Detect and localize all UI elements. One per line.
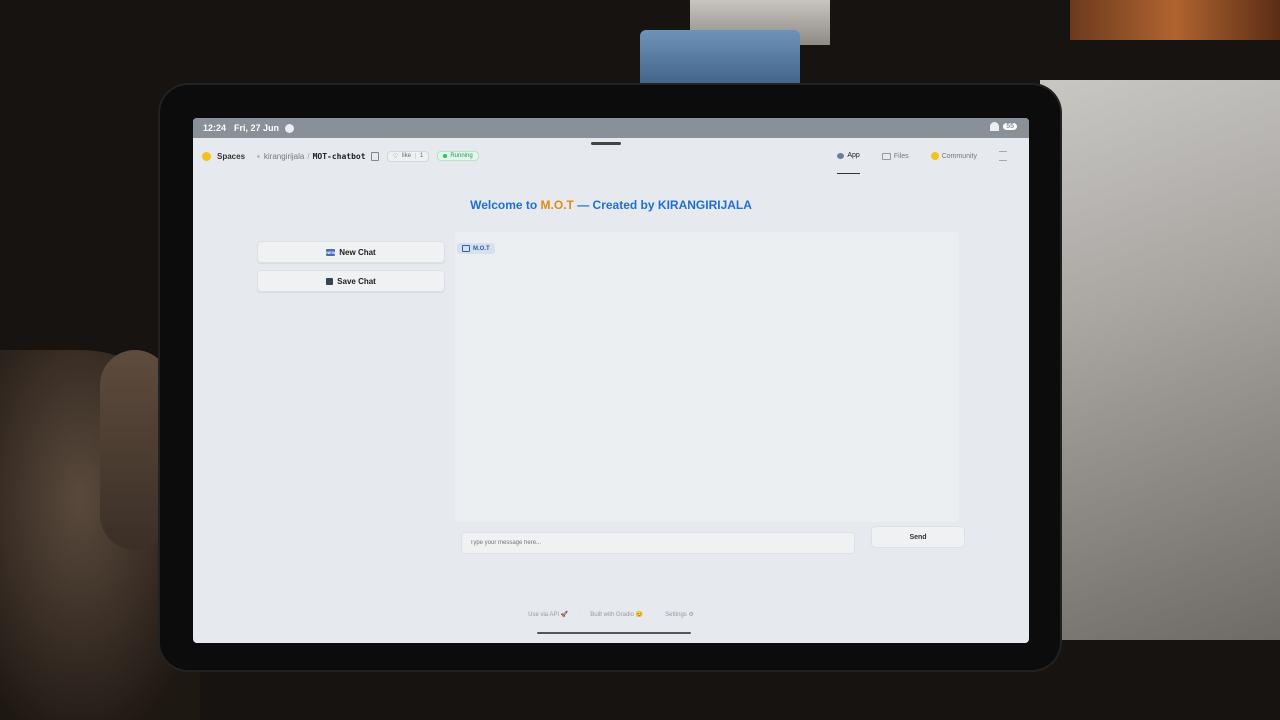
message-input[interactable] (461, 532, 855, 554)
gradio-link-label: Built with Gradio (590, 612, 634, 618)
new-chat-label: New Chat (339, 247, 376, 257)
chatbot-label-text: M.O.T (473, 245, 490, 252)
space-header: Spaces ▪ kirangirijala / MOT-chatbot ♡ l… (193, 138, 1029, 174)
status-icons: 55 (990, 122, 1017, 131)
title-prefix: Welcome to (470, 198, 541, 212)
path-separator: / (307, 151, 310, 161)
menu-button[interactable] (999, 138, 1007, 174)
wifi-icon (990, 122, 1000, 131)
footer-separator: · (653, 611, 656, 617)
footer-separator: · (578, 611, 581, 617)
tab-app[interactable]: App (837, 138, 860, 174)
tablet-screen: 12:24 Fri, 27 Jun 55 Spaces ▪ kirangirij… (193, 118, 1029, 643)
gradio-icon: 😊 (635, 612, 644, 618)
gradio-link[interactable]: Built with Gradio 😊 (590, 611, 643, 618)
status-badge: Running (437, 151, 479, 161)
background-object (640, 30, 800, 90)
new-chat-button[interactable]: NEW New Chat (257, 241, 445, 263)
page-title: Welcome to M.O.T — Created by KIRANGIRIJ… (193, 198, 1029, 212)
settings-link[interactable]: Settings ⚙ (665, 611, 694, 618)
save-chat-button[interactable]: Save Chat (257, 270, 445, 292)
like-button[interactable]: ♡ like 1 (386, 150, 430, 162)
spaces-link[interactable]: Spaces (217, 152, 245, 161)
chatbot-panel[interactable]: M.O.T (455, 232, 959, 522)
tab-files-label: Files (893, 152, 909, 160)
tab-files[interactable]: Files (881, 138, 909, 174)
home-indicator[interactable] (537, 632, 691, 634)
background-shelf (1070, 0, 1280, 40)
community-icon (930, 152, 939, 160)
running-dot-icon (443, 154, 448, 158)
notification-icon (285, 123, 295, 133)
status-date: Fri, 27 Jun (234, 123, 280, 133)
title-accent: M.O.T (540, 198, 574, 212)
status-text: Running (450, 153, 473, 159)
settings-link-label: Settings (665, 612, 687, 618)
api-link[interactable]: Use via API 🚀 (528, 611, 568, 618)
tab-community[interactable]: Community (930, 138, 977, 174)
owner-link[interactable]: kirangirijala (264, 152, 304, 161)
tab-app-label: App (847, 152, 860, 159)
chatbot-label: M.O.T (457, 243, 495, 254)
status-bar: 12:24 Fri, 27 Jun 55 (193, 118, 1029, 138)
user-icon: ▪ (257, 151, 260, 161)
battery-icon: 55 (1003, 123, 1017, 130)
background-table (1040, 80, 1280, 640)
spaces-logo-icon[interactable] (202, 151, 211, 161)
floppy-disk-icon (326, 277, 334, 285)
new-icon: NEW (326, 248, 336, 256)
chat-icon (462, 245, 470, 252)
space-tabs: App Files Community (837, 138, 1007, 174)
gear-icon: ⚙ (688, 612, 694, 618)
menu-icon (999, 151, 1007, 161)
save-chat-label: Save Chat (337, 276, 376, 286)
send-button[interactable]: Send (871, 526, 965, 548)
footer: Use via API 🚀 · Built with Gradio 😊 · Se… (193, 611, 1029, 618)
status-time: 12:24 (203, 123, 227, 133)
like-label: like (401, 153, 411, 159)
app-icon (837, 152, 845, 159)
tab-community-label: Community (941, 152, 977, 160)
like-count: 1 (414, 153, 423, 159)
copy-icon[interactable] (370, 151, 379, 161)
title-suffix: — Created by KIRANGIRIJALA (573, 198, 752, 212)
api-link-label: Use via API (528, 612, 560, 618)
heart-icon: ♡ (392, 153, 398, 160)
files-icon (881, 152, 891, 160)
repo-name-link[interactable]: MOT-chatbot (313, 152, 366, 161)
rocket-icon: 🚀 (560, 612, 569, 618)
